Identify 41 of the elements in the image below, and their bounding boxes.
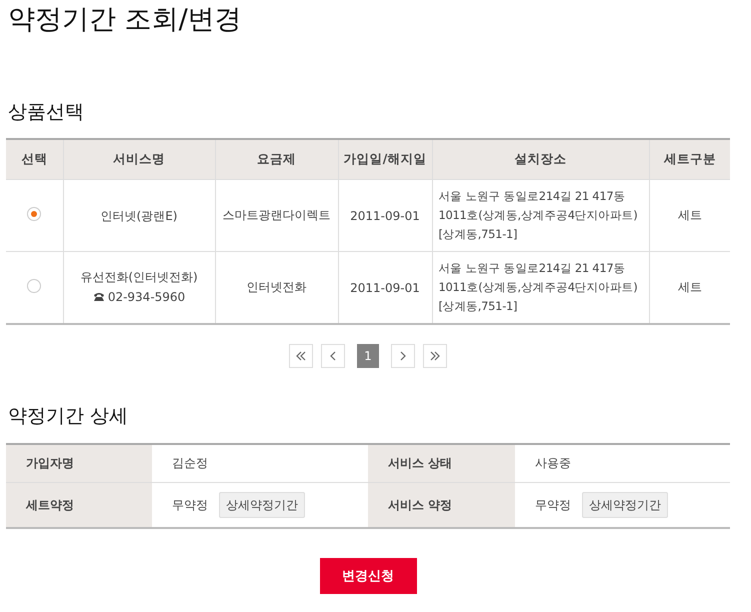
column-header: 가입일/해지일 — [338, 139, 432, 180]
column-header: 세트구분 — [649, 139, 730, 180]
table-cell: 2011-09-01 — [338, 180, 432, 252]
page-title: 약정기간 조회/변경 — [8, 3, 243, 37]
column-header: 요금제 — [215, 139, 338, 180]
next-page-button[interactable] — [391, 344, 415, 368]
phone-icon — [92, 292, 105, 302]
double-chevron-icon — [429, 351, 441, 361]
column-header: 서비스명 — [63, 139, 215, 180]
table-cell: 세트 — [649, 180, 730, 252]
phone-number: 02-934-5960 — [108, 289, 186, 306]
field-label: 가입자명 — [6, 445, 152, 482]
section-title: 상품선택 — [8, 100, 85, 124]
field-value: 무약정 — [172, 496, 208, 514]
page-button[interactable]: 1 — [357, 344, 379, 368]
first-page-button[interactable] — [289, 344, 313, 368]
column-header: 설치장소 — [432, 139, 649, 180]
service-name: 유선전화(인터넷전화) — [79, 269, 199, 286]
radio-button[interactable] — [27, 207, 42, 221]
column-header: 선택 — [6, 139, 63, 180]
table-cell: 세트 — [649, 252, 730, 324]
field-label: 세트약정 — [6, 482, 152, 527]
double-chevron-icon — [295, 351, 307, 361]
submit-button[interactable]: 변경신청 — [320, 558, 416, 594]
last-page-button[interactable] — [423, 344, 447, 368]
detail-button[interactable]: 상세약정기간 — [582, 492, 668, 518]
section-title: 약정기간 상세 — [8, 404, 130, 428]
previous-page-button[interactable] — [321, 344, 345, 368]
service-name: 인터넷(광랜E) — [100, 208, 178, 224]
table-cell: 서울 노원구 동일로214길 21 417동 1011호(상계동,상계주공4단지아파트) [상계동,751-1] — [432, 180, 649, 252]
field-value: 사용중 — [534, 455, 572, 472]
table-cell: 스마트광랜다이렉트 — [215, 180, 338, 252]
table-cell: 서울 노원구 동일로214길 21 417동 1011호(상계동,상계주공4단지아파트) [상계동,751-1] — [432, 252, 649, 324]
table-cell: 2011-09-01 — [338, 252, 432, 324]
field-value: 무약정 — [535, 496, 571, 514]
field-value: 김순정 — [171, 455, 209, 472]
table-cell: 인터넷전화 — [215, 252, 338, 324]
field-label: 서비스 상태 — [368, 445, 515, 482]
detail-button[interactable]: 상세약정기간 — [219, 492, 305, 518]
radio-button[interactable] — [27, 279, 42, 293]
field-label: 서비스 약정 — [368, 482, 515, 527]
